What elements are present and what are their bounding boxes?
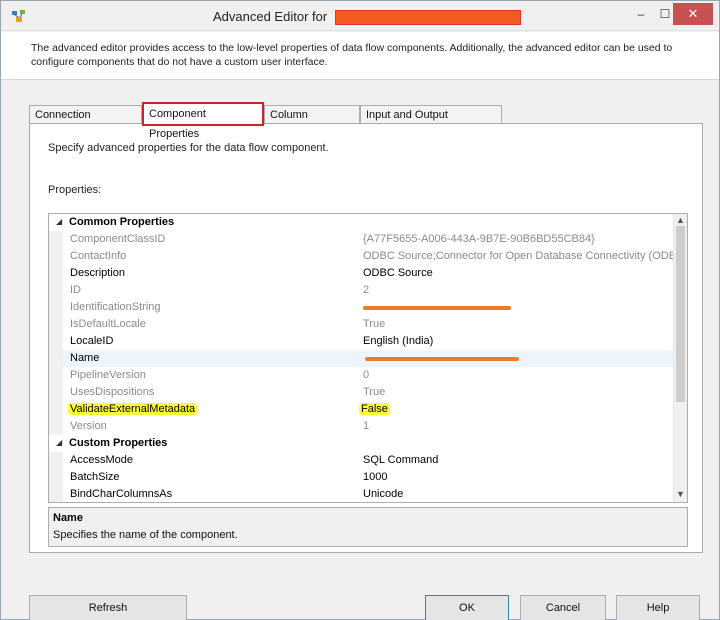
tab-input-output-properties[interactable]: Input and Output Properties <box>360 105 502 139</box>
property-name: IdentificationString <box>70 301 161 313</box>
property-value[interactable]: ODBC Source <box>363 267 433 279</box>
help-button[interactable]: Help <box>616 595 700 620</box>
component-properties-panel: Specify advanced properties for the data… <box>29 123 703 553</box>
property-value: ODBC Source;Connector for Open Database … <box>363 250 688 262</box>
redacted-value <box>363 306 511 310</box>
property-value: True <box>363 318 386 330</box>
collapse-triangle-icon[interactable]: ◢ <box>56 438 62 447</box>
properties-label: Properties: <box>48 184 102 196</box>
redacted-value[interactable] <box>365 357 519 361</box>
property-name: AccessMode <box>70 454 133 466</box>
redacted-component-name <box>335 10 521 25</box>
property-value: True <box>363 386 386 398</box>
property-row[interactable]: PipelineVersion 0 <box>49 367 674 384</box>
property-row[interactable]: UsesDispositions True <box>49 384 674 401</box>
property-row[interactable]: AccessMode SQL Command <box>49 452 674 469</box>
property-row-highlighted[interactable]: ValidateExternalMetadata False <box>49 401 674 418</box>
property-row[interactable]: BatchSize 1000 <box>49 469 674 486</box>
property-row[interactable]: ComponentClassID {A77F5655-A006-443A-9B7… <box>49 231 674 248</box>
property-name: ComponentClassID <box>70 233 166 245</box>
property-name: BindCharColumnsAs <box>70 488 173 500</box>
refresh-button[interactable]: Refresh <box>29 595 187 620</box>
property-value[interactable]: 1000 <box>363 471 387 483</box>
title-bar[interactable]: Advanced Editor for – ☐ ✕ <box>1 1 719 31</box>
property-name: ValidateExternalMetadata <box>68 403 198 415</box>
app-icon <box>12 10 25 22</box>
vertical-scrollbar[interactable]: ▲ ▼ <box>673 214 687 502</box>
property-row[interactable]: LocaleID English (India) <box>49 333 674 350</box>
property-value: 2 <box>363 284 370 296</box>
property-name: PipelineVersion <box>70 369 146 381</box>
cancel-button[interactable]: Cancel <box>520 595 606 620</box>
property-name: Name <box>70 352 100 364</box>
property-row-selected[interactable]: Name <box>49 350 674 367</box>
property-name: ID <box>70 284 81 296</box>
property-name: LocaleID <box>70 335 114 347</box>
property-row[interactable]: Description ODBC Source <box>49 265 674 282</box>
property-name: IsDefaultLocale <box>70 318 146 330</box>
property-row[interactable]: BindCharColumnsAs Unicode <box>49 486 674 502</box>
window-title: Advanced Editor for <box>213 9 328 24</box>
minimize-button[interactable]: – <box>633 5 649 25</box>
property-row[interactable]: Version 1 <box>49 418 674 435</box>
scrollbar-thumb[interactable] <box>676 226 685 402</box>
property-value[interactable]: False <box>359 403 390 415</box>
category-common-properties[interactable]: ◢ Common Properties <box>49 214 674 231</box>
description-area: The advanced editor provides access to t… <box>1 32 719 80</box>
maximize-button[interactable]: ☐ <box>657 5 673 25</box>
close-button[interactable]: ✕ <box>673 3 713 25</box>
property-grid[interactable]: ◢ Common Properties ComponentClassID {A7… <box>48 213 688 503</box>
property-value[interactable]: SQL Command <box>363 454 438 466</box>
property-value: {A77F5655-A006-443A-9B7E-90B6BD55CB84} <box>363 233 595 245</box>
tab-component-properties[interactable]: Component Properties <box>142 102 264 140</box>
property-value: 0 <box>363 369 370 381</box>
category-label: Custom Properties <box>69 437 168 449</box>
scroll-down-icon[interactable]: ▼ <box>676 489 685 499</box>
property-name: Description <box>70 267 126 279</box>
property-help-pane: Name Specifies the name of the component… <box>48 507 688 547</box>
property-row[interactable]: IsDefaultLocale True <box>49 316 674 333</box>
tab-column-mappings[interactable]: Column Mappings <box>264 105 360 139</box>
ok-button[interactable]: OK <box>425 595 509 620</box>
advanced-editor-window: Advanced Editor for – ☐ ✕ The advanced e… <box>0 0 720 620</box>
tab-connection-managers[interactable]: Connection Managers <box>29 105 142 139</box>
property-row[interactable]: IdentificationString <box>49 299 674 316</box>
scroll-up-icon[interactable]: ▲ <box>676 215 685 225</box>
category-custom-properties[interactable]: ◢ Custom Properties <box>49 435 674 452</box>
editor-description: The advanced editor provides access to t… <box>31 42 673 68</box>
property-name: ContactInfo <box>70 250 127 262</box>
collapse-triangle-icon[interactable]: ◢ <box>56 217 62 226</box>
property-row[interactable]: ContactInfo ODBC Source;Connector for Op… <box>49 248 687 265</box>
category-label: Common Properties <box>69 216 175 228</box>
help-title: Name <box>53 512 83 524</box>
property-name: BatchSize <box>70 471 120 483</box>
property-value[interactable]: English (India) <box>363 335 433 347</box>
property-name: UsesDispositions <box>70 386 155 398</box>
property-row[interactable]: ID 2 <box>49 282 674 299</box>
help-description: Specifies the name of the component. <box>53 529 238 541</box>
property-name: Version <box>70 420 107 432</box>
property-value: 1 <box>363 420 370 432</box>
property-value[interactable]: Unicode <box>363 488 403 500</box>
